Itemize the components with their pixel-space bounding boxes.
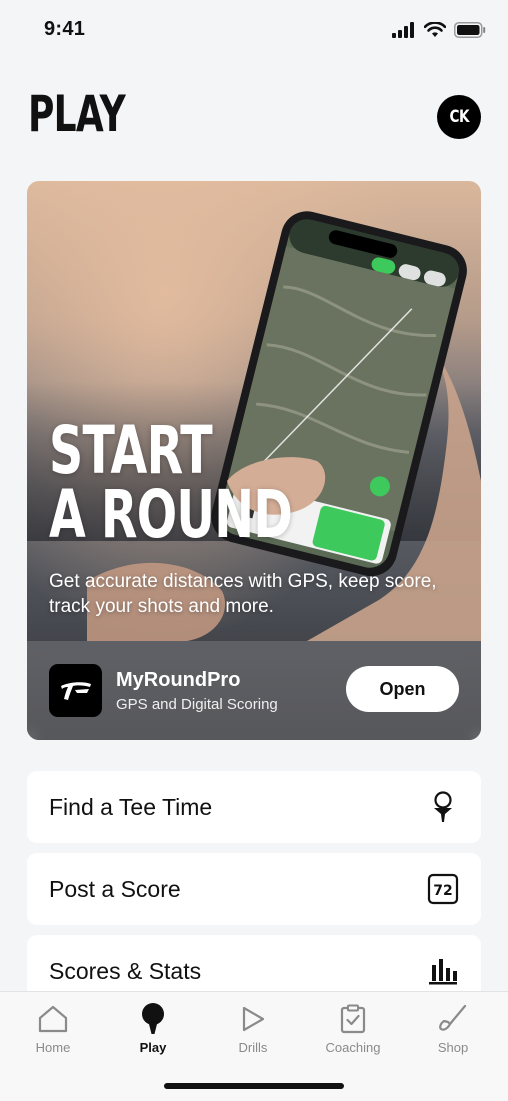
status-bar: 9:41 (0, 0, 508, 58)
tab-label: Shop (437, 1040, 469, 1055)
open-app-button[interactable]: Open (346, 666, 459, 712)
home-indicator[interactable] (164, 1083, 344, 1089)
menu-item-label: Post a Score (49, 876, 181, 902)
golf-tee-icon (425, 789, 461, 825)
tab-shop[interactable]: Shop (403, 1002, 503, 1062)
tab-label: Play (139, 1040, 167, 1055)
hero-description: Get accurate distances with GPS, keep sc… (49, 571, 437, 617)
battery-icon (454, 22, 486, 38)
app-subtitle: GPS and Digital Scoring (116, 696, 278, 713)
menu-item-post-score[interactable]: Post a Score 72 (27, 853, 481, 925)
app-promo-bar: MyRoundPro GPS and Digital Scoring Open (27, 641, 481, 740)
golf-club-icon (403, 1002, 503, 1036)
tab-label: Home (35, 1040, 71, 1055)
golf-ball-tee-icon (103, 1002, 203, 1036)
app-name: MyRoundPro (116, 669, 241, 691)
status-time: 9:41 (44, 18, 86, 40)
bar-chart-icon (425, 953, 461, 989)
avatar-initials: CK (449, 107, 469, 127)
tab-coaching[interactable]: Coaching (303, 1002, 403, 1062)
home-icon (3, 1002, 103, 1036)
status-icons (392, 22, 486, 38)
menu-item-label: Scores & Stats (49, 958, 202, 984)
taylormade-logo-icon (60, 681, 91, 700)
clipboard-check-icon (303, 1002, 403, 1036)
app-logo (49, 664, 102, 717)
scorecard-icon: 72 (425, 871, 461, 907)
tab-drills[interactable]: Drills (203, 1002, 303, 1062)
wifi-icon (424, 22, 446, 37)
play-icon (203, 1002, 303, 1036)
tab-label: Coaching (325, 1040, 381, 1055)
tab-play[interactable]: Play (103, 1002, 203, 1062)
scorecard-icon-text: 72 (433, 883, 452, 899)
hero-headline: START A ROUND (49, 418, 293, 548)
page-title: PLAY (28, 85, 126, 143)
start-round-card[interactable]: START A ROUND Get accurate distances wit… (27, 181, 481, 740)
profile-avatar[interactable]: CK (437, 95, 481, 139)
menu-item-label: Find a Tee Time (49, 794, 213, 820)
hero-headline-line2: A ROUND (49, 476, 293, 553)
tab-label: Drills (238, 1040, 268, 1055)
tab-home[interactable]: Home (3, 1002, 103, 1062)
menu-item-find-tee-time[interactable]: Find a Tee Time (27, 771, 481, 843)
cellular-signal-icon (392, 22, 414, 38)
